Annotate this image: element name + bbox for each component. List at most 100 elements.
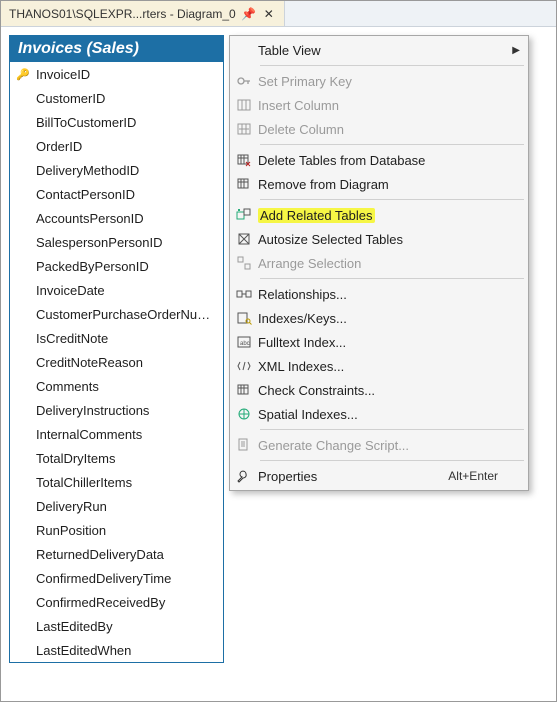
- menu-insert-column: Insert Column: [230, 93, 528, 117]
- menu-remove-from-diagram[interactable]: Remove from Diagram: [230, 172, 528, 196]
- autosize-icon: [230, 231, 258, 247]
- document-tab[interactable]: THANOS01\SQLEXPR...rters - Diagram_0 📌 ✕: [1, 1, 285, 26]
- column-row[interactable]: SalespersonPersonID: [10, 230, 223, 254]
- column-row[interactable]: ConfirmedReceivedBy: [10, 590, 223, 614]
- column-row[interactable]: TotalChillerItems: [10, 470, 223, 494]
- column-row[interactable]: LastEditedBy: [10, 614, 223, 638]
- column-row[interactable]: InternalComments: [10, 422, 223, 446]
- table-title: Invoices (Sales): [10, 36, 223, 62]
- column-name: IsCreditNote: [36, 331, 217, 346]
- menu-label: Delete Tables from Database: [258, 153, 498, 168]
- menu-properties[interactable]: Properties Alt+Enter: [230, 464, 528, 488]
- menu-add-related-tables[interactable]: Add Related Tables: [230, 203, 528, 227]
- column-row[interactable]: 🔑 InvoiceID: [10, 62, 223, 86]
- column-row[interactable]: ReturnedDeliveryData: [10, 542, 223, 566]
- menu-delete-tables[interactable]: Delete Tables from Database: [230, 148, 528, 172]
- menu-arrange-selection: Arrange Selection: [230, 251, 528, 275]
- spatial-icon: [230, 406, 258, 422]
- indexes-icon: [230, 310, 258, 326]
- column-row[interactable]: TotalDryItems: [10, 446, 223, 470]
- menu-fulltext-index[interactable]: abc Fulltext Index...: [230, 330, 528, 354]
- menu-label: Properties: [258, 469, 448, 484]
- column-row[interactable]: DeliveryRun: [10, 494, 223, 518]
- column-name: CustomerID: [36, 91, 217, 106]
- column-row[interactable]: LastEditedWhen: [10, 638, 223, 662]
- check-icon: [230, 382, 258, 398]
- menu-label: Autosize Selected Tables: [258, 232, 498, 247]
- delete-table-icon: [230, 152, 258, 168]
- menu-check-constraints[interactable]: Check Constraints...: [230, 378, 528, 402]
- menu-generate-change-script: Generate Change Script...: [230, 433, 528, 457]
- menu-set-primary-key: Set Primary Key: [230, 69, 528, 93]
- menu-indexes-keys[interactable]: Indexes/Keys...: [230, 306, 528, 330]
- menu-label: Insert Column: [258, 98, 498, 113]
- column-row[interactable]: AccountsPersonID: [10, 206, 223, 230]
- column-row[interactable]: ContactPersonID: [10, 182, 223, 206]
- pin-icon[interactable]: 📌: [242, 7, 256, 21]
- key-icon: [230, 73, 258, 89]
- delete-column-icon: [230, 121, 258, 137]
- column-name: ConfirmedDeliveryTime: [36, 571, 217, 586]
- column-name: LastEditedBy: [36, 619, 217, 634]
- context-menu: Table View ▶ Set Primary Key Insert Colu…: [229, 35, 529, 491]
- column-name: InvoiceID: [36, 67, 217, 82]
- svg-text:abc: abc: [240, 341, 250, 347]
- diagram-canvas[interactable]: Invoices (Sales) 🔑 InvoiceID CustomerID Bil…: [1, 27, 556, 701]
- column-name: CreditNoteReason: [36, 355, 217, 370]
- table-card-invoices[interactable]: Invoices (Sales) 🔑 InvoiceID CustomerID Bil…: [9, 35, 224, 663]
- menu-label: Add Related Tables: [258, 208, 498, 223]
- column-row[interactable]: CustomerPurchaseOrderNumber: [10, 302, 223, 326]
- chevron-right-icon: ▶: [512, 45, 520, 56]
- column-row[interactable]: PackedByPersonID: [10, 254, 223, 278]
- column-name: TotalDryItems: [36, 451, 217, 466]
- column-row[interactable]: IsCreditNote: [10, 326, 223, 350]
- menu-spatial-indexes[interactable]: Spatial Indexes...: [230, 402, 528, 426]
- menu-label: Arrange Selection: [258, 256, 498, 271]
- column-name: BillToCustomerID: [36, 115, 217, 130]
- column-name: InternalComments: [36, 427, 217, 442]
- insert-column-icon: [230, 97, 258, 113]
- shortcut-text: Alt+Enter: [448, 469, 498, 483]
- column-row[interactable]: OrderID: [10, 134, 223, 158]
- menu-table-view[interactable]: Table View ▶: [230, 38, 528, 62]
- menu-xml-indexes[interactable]: XML Indexes...: [230, 354, 528, 378]
- column-row[interactable]: DeliveryMethodID: [10, 158, 223, 182]
- column-name: InvoiceDate: [36, 283, 217, 298]
- menu-label: Spatial Indexes...: [258, 407, 498, 422]
- close-icon[interactable]: ✕: [262, 7, 276, 21]
- column-name: OrderID: [36, 139, 217, 154]
- menu-label: Delete Column: [258, 122, 498, 137]
- menu-label: Indexes/Keys...: [258, 311, 498, 326]
- xml-icon: [230, 358, 258, 374]
- wrench-icon: [230, 468, 258, 484]
- separator: [260, 199, 524, 200]
- column-row[interactable]: DeliveryInstructions: [10, 398, 223, 422]
- fulltext-icon: abc: [230, 334, 258, 350]
- column-name: DeliveryMethodID: [36, 163, 217, 178]
- primary-key-icon: 🔑: [16, 68, 30, 81]
- column-row[interactable]: InvoiceDate: [10, 278, 223, 302]
- tab-bar: THANOS01\SQLEXPR...rters - Diagram_0 📌 ✕: [1, 1, 556, 27]
- column-row[interactable]: CustomerID: [10, 86, 223, 110]
- menu-relationships[interactable]: Relationships...: [230, 282, 528, 306]
- menu-label: Generate Change Script...: [258, 438, 498, 453]
- separator: [260, 144, 524, 145]
- column-row[interactable]: BillToCustomerID: [10, 110, 223, 134]
- separator: [260, 278, 524, 279]
- column-row[interactable]: CreditNoteReason: [10, 350, 223, 374]
- menu-label: Fulltext Index...: [258, 335, 498, 350]
- separator: [260, 429, 524, 430]
- column-name: CustomerPurchaseOrderNumber: [36, 307, 217, 322]
- column-row[interactable]: Comments: [10, 374, 223, 398]
- column-row[interactable]: RunPosition: [10, 518, 223, 542]
- column-name: DeliveryRun: [36, 499, 217, 514]
- column-row[interactable]: ConfirmedDeliveryTime: [10, 566, 223, 590]
- column-name: ReturnedDeliveryData: [36, 547, 217, 562]
- column-name: DeliveryInstructions: [36, 403, 217, 418]
- menu-autosize-tables[interactable]: Autosize Selected Tables: [230, 227, 528, 251]
- column-name: Comments: [36, 379, 217, 394]
- add-related-icon: [230, 207, 258, 223]
- column-name: RunPosition: [36, 523, 217, 538]
- arrange-icon: [230, 255, 258, 271]
- remove-table-icon: [230, 176, 258, 192]
